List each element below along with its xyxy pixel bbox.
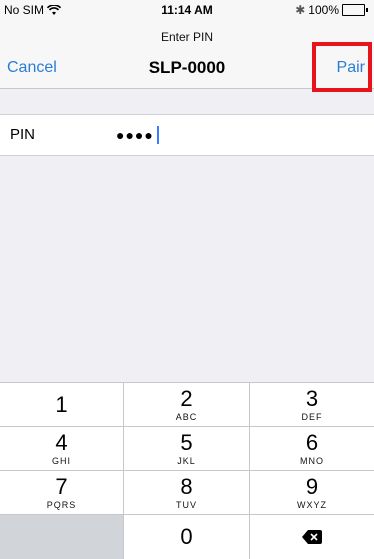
key-digit: 1 <box>55 391 68 417</box>
key-letters: MNO <box>300 455 324 466</box>
key-4[interactable]: 4 GHI <box>0 427 124 471</box>
key-digit: 6 <box>305 429 319 455</box>
nav-prompt: Enter PIN <box>160 30 214 44</box>
navigation-bar: Enter PIN Cancel SLP-0000 Pair <box>0 20 374 89</box>
key-digit: 5 <box>180 429 193 455</box>
key-digit: 7 <box>55 473 68 499</box>
backspace-icon <box>302 530 322 544</box>
key-0[interactable]: 0 <box>124 515 250 559</box>
key-letters: GHI <box>51 455 71 466</box>
pin-input[interactable]: ●●●● <box>116 121 356 149</box>
key-letters: WXYZ <box>297 499 327 510</box>
pair-button[interactable]: Pair <box>337 59 365 77</box>
key-letters: JKL <box>177 455 196 466</box>
key-letters: TUV <box>176 499 197 510</box>
key-5[interactable]: 5 JKL <box>124 427 250 471</box>
key-digit: 0 <box>180 524 193 549</box>
key-1[interactable]: 1 <box>0 383 124 427</box>
status-bar: No SIM 11:14 AM ✱ 100% <box>0 0 374 20</box>
numeric-keypad: 1 2 ABC 3 DEF 4 GHI 5 JKL 6 MNO 7 PQRS 8… <box>0 382 374 559</box>
delete-key[interactable] <box>250 515 374 559</box>
bluetooth-icon: ✱ <box>295 3 306 17</box>
key-8[interactable]: 8 TUV <box>124 471 250 515</box>
key-digit: 8 <box>180 473 193 499</box>
key-9[interactable]: 9 WXYZ <box>250 471 374 515</box>
key-2[interactable]: 2 ABC <box>124 383 250 427</box>
page-title: SLP-0000 <box>148 58 226 77</box>
key-7[interactable]: 7 PQRS <box>0 471 124 515</box>
pin-value: ●●●● <box>116 127 154 143</box>
key-6[interactable]: 6 MNO <box>250 427 374 471</box>
key-letters: DEF <box>301 411 323 422</box>
key-digit: 4 <box>55 429 68 455</box>
key-blank <box>0 515 124 559</box>
key-digit: 9 <box>305 473 319 499</box>
battery-percent: 100% <box>308 3 339 17</box>
text-caret <box>156 126 159 144</box>
key-digit: 3 <box>305 385 319 411</box>
key-letters: ABC <box>175 411 198 422</box>
status-right: ✱ 100% <box>295 3 368 17</box>
key-3[interactable]: 3 DEF <box>250 383 374 427</box>
battery-icon <box>342 4 368 16</box>
key-digit: 2 <box>180 385 193 411</box>
key-letters: PQRS <box>46 499 77 510</box>
pin-label: PIN <box>10 126 36 143</box>
pin-row: PIN ●●●● <box>0 114 374 156</box>
